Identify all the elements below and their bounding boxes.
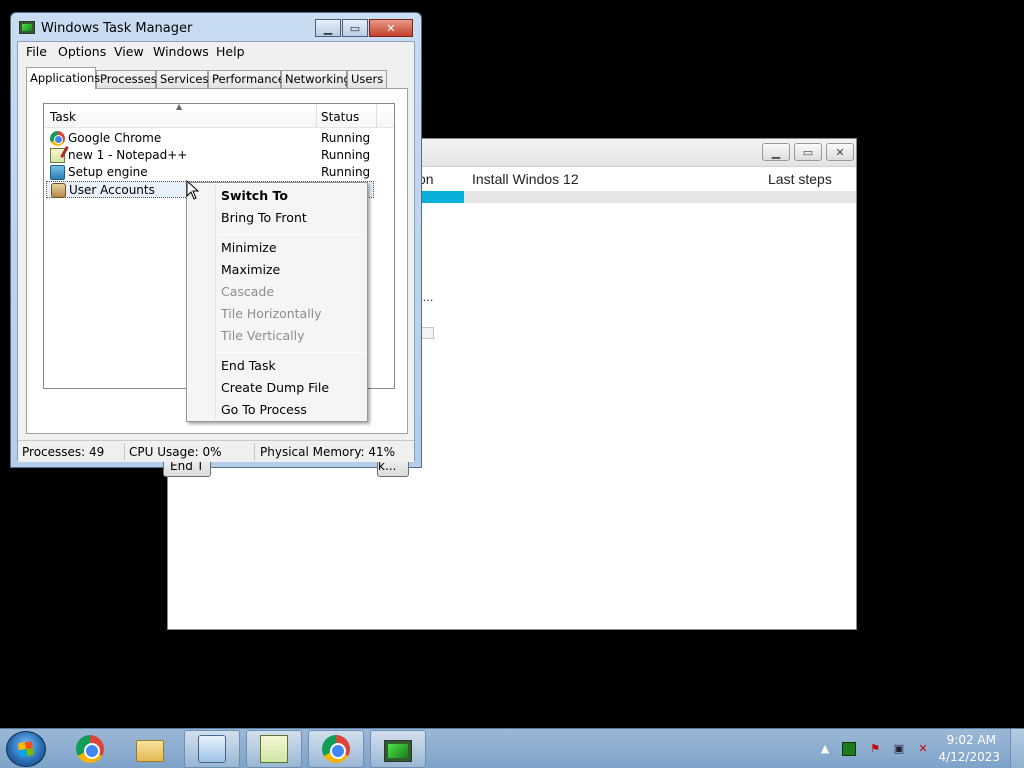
window-title: Windows Task Manager — [41, 21, 193, 36]
minimize-button[interactable]: ▁ — [315, 19, 341, 37]
taskbar-chrome-2[interactable] — [308, 730, 364, 768]
clock-date[interactable]: 4/12/2023 — [938, 750, 1000, 764]
tab-applications[interactable]: Applications — [26, 67, 100, 89]
menu-file[interactable]: File — [26, 44, 47, 59]
menu-item-maximize[interactable]: Maximize — [221, 262, 280, 277]
chrome-icon — [76, 735, 104, 763]
task-row-setup-engine[interactable]: Setup engine Running — [46, 164, 374, 181]
network-icon[interactable]: ▣ — [892, 742, 906, 756]
taskbar: ▲ ⚑ ▣ ✕ 9:02 AM 4/12/2023 — [0, 728, 1024, 768]
taskbar-chrome[interactable] — [62, 730, 118, 768]
column-status[interactable]: Status — [321, 110, 359, 124]
task-manager-tray-icon[interactable] — [842, 742, 856, 756]
context-menu: Switch To Bring To Front Minimize Maximi… — [186, 182, 368, 422]
menu-item-tile-vertically[interactable]: Tile Vertically — [221, 328, 305, 343]
menu-item-switch-to[interactable]: Switch To — [221, 188, 288, 203]
tab-users[interactable]: Users — [347, 70, 387, 88]
setup-close-button[interactable]: ✕ — [826, 143, 854, 161]
cpu-usage: CPU Usage: 0% — [129, 445, 222, 459]
close-button[interactable]: ✕ — [369, 19, 413, 37]
menu-item-tile-horizontally[interactable]: Tile Horizontally — [221, 306, 322, 321]
menu-item-go-to-process[interactable]: Go To Process — [221, 402, 307, 417]
tab-networking[interactable]: Networking — [281, 70, 351, 88]
clock-time[interactable]: 9:02 AM — [947, 733, 996, 747]
user-accounts-icon — [51, 183, 66, 198]
task-manager-titlebar[interactable]: Windows Task Manager ▁ ▭ ✕ — [11, 13, 421, 41]
show-desktop-button[interactable] — [1010, 729, 1024, 768]
task-name: User Accounts — [69, 183, 155, 197]
task-status: Running — [321, 165, 371, 179]
task-name: Google Chrome — [68, 131, 162, 145]
menu-windows[interactable]: Windows — [153, 44, 209, 59]
menu-bar: File Options View Windows Help — [18, 42, 414, 62]
menu-view[interactable]: View — [114, 44, 144, 59]
menu-item-end-task[interactable]: End Task — [221, 358, 276, 373]
menu-help[interactable]: Help — [216, 44, 245, 59]
tab-performance[interactable]: Performance — [208, 70, 285, 88]
taskbar-control-panel[interactable] — [184, 730, 240, 768]
menu-separator — [217, 234, 365, 235]
taskbar-task-manager[interactable] — [370, 730, 426, 768]
start-button[interactable] — [6, 731, 46, 767]
physical-memory: Physical Memory: 41% — [260, 445, 396, 459]
menu-item-bring-to-front[interactable]: Bring To Front — [221, 210, 307, 225]
menu-separator — [217, 352, 365, 353]
setup-minimize-button[interactable]: ▁ — [762, 143, 790, 161]
tab-services[interactable]: Services — [156, 70, 209, 88]
status-bar: Processes: 49 CPU Usage: 0% Physical Mem… — [18, 440, 414, 462]
task-manager-icon — [384, 739, 412, 762]
menu-options[interactable]: Options — [58, 44, 106, 59]
action-center-icon[interactable]: ⚑ — [868, 742, 882, 756]
taskbar-notepadpp[interactable] — [246, 730, 302, 768]
task-name: new 1 - Notepad++ — [68, 148, 188, 162]
chrome-icon — [322, 735, 350, 763]
menu-item-minimize[interactable]: Minimize — [221, 240, 277, 255]
column-task[interactable]: Task — [50, 110, 76, 124]
system-tray: ▲ ⚑ ▣ ✕ 9:02 AM 4/12/2023 — [814, 729, 1024, 768]
column-divider[interactable] — [376, 104, 377, 128]
sort-arrow-icon: ▲ — [176, 102, 183, 111]
notepad-icon — [50, 148, 65, 163]
menu-item-cascade[interactable]: Cascade — [221, 284, 274, 299]
volume-muted-icon[interactable]: ✕ — [916, 742, 930, 756]
task-list-header: ▲ Task Status — [44, 102, 394, 128]
setup-icon — [50, 165, 65, 180]
taskbar-explorer[interactable] — [122, 730, 178, 768]
task-row-google-chrome[interactable]: Google Chrome Running — [46, 130, 374, 147]
chrome-icon — [50, 131, 65, 146]
explorer-icon — [136, 740, 164, 762]
task-name: Setup engine — [68, 165, 148, 179]
setup-step-install: Install Windos 12 — [472, 171, 579, 187]
setup-mini-progress — [420, 327, 434, 339]
setup-step-last: Last steps — [768, 171, 832, 187]
menu-item-create-dump-file[interactable]: Create Dump File — [221, 380, 329, 395]
task-status: Running — [321, 148, 371, 162]
show-hidden-icons-icon[interactable]: ▲ — [818, 742, 832, 756]
notepadpp-icon — [260, 735, 288, 763]
task-status: Running — [321, 131, 371, 145]
tab-processes[interactable]: Processes — [96, 70, 157, 88]
column-divider[interactable] — [316, 104, 317, 128]
control-panel-icon — [198, 735, 226, 763]
maximize-button[interactable]: ▭ — [342, 19, 368, 37]
task-manager-icon — [19, 21, 35, 34]
setup-maximize-button[interactable]: ▭ — [794, 143, 822, 161]
processes-count: Processes: 49 — [22, 445, 105, 459]
task-row-notepadpp[interactable]: new 1 - Notepad++ Running — [46, 147, 374, 164]
